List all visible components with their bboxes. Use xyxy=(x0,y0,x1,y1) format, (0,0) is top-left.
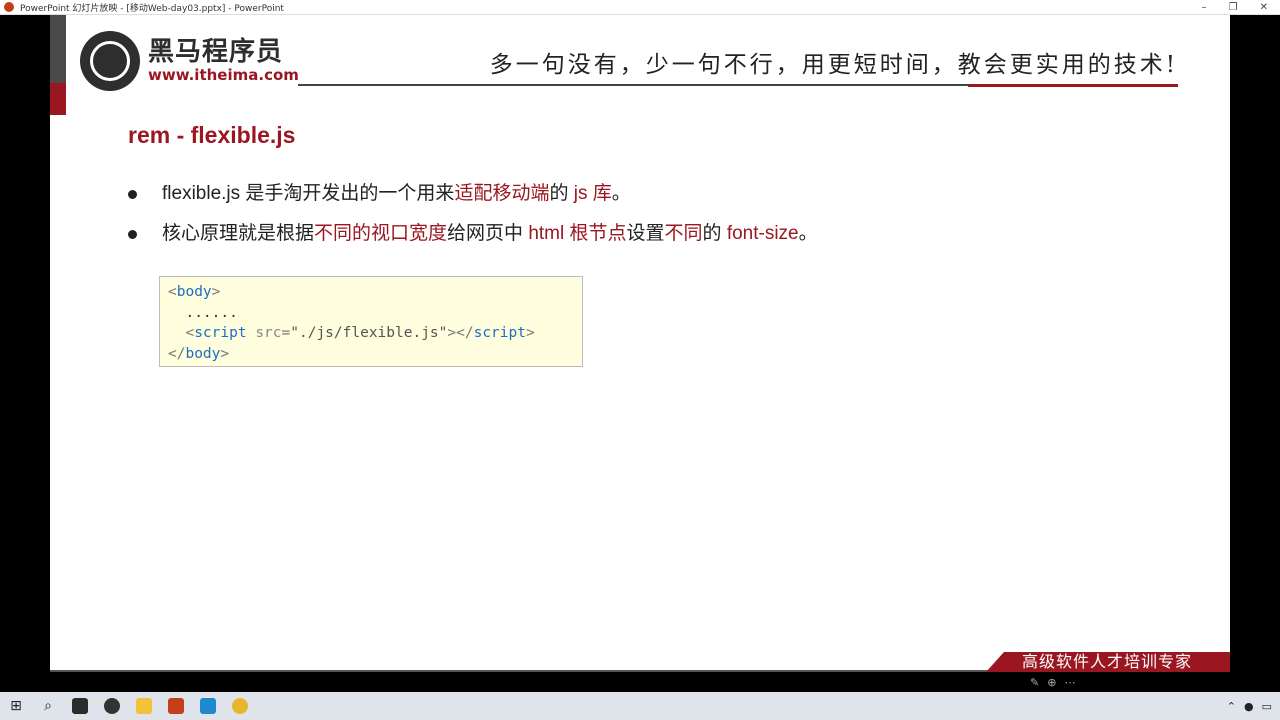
bullet-dot-icon xyxy=(128,190,137,199)
left-accent-bar xyxy=(50,15,66,83)
windows-taskbar: ⊞ ⌕ ⌃ ● ▭ xyxy=(0,692,1280,720)
bullet-text: 。 xyxy=(611,183,631,204)
highlight-text: js 库 xyxy=(573,183,612,204)
powerpoint-icon xyxy=(4,2,14,12)
window-controls: – ❐ ✕ xyxy=(1202,2,1280,13)
system-tray: ⌃ ● ▭ xyxy=(1227,700,1280,713)
taskbar-app-chrome-icon[interactable] xyxy=(224,692,256,720)
code-tag: body xyxy=(185,345,221,362)
highlight-text: 不同的视口宽度 xyxy=(314,223,448,244)
bullet-text: flexible.js 是手淘开发出的一个用来 xyxy=(162,183,455,204)
minimize-button[interactable]: – xyxy=(1202,2,1207,13)
code-block: <body> ...... <script src="./js/flexible… xyxy=(159,276,583,367)
taskbar-app-typora-icon[interactable] xyxy=(64,692,96,720)
code-tag: script xyxy=(473,325,526,341)
tray-app-icon[interactable]: ● xyxy=(1244,700,1254,713)
header-slogan: 多一句没有，少一句不行，用更短时间，教会更实用的技术! xyxy=(489,52,1178,78)
close-button[interactable]: ✕ xyxy=(1260,2,1268,13)
bullet-text: 设置 xyxy=(626,223,665,244)
bullet-text: 的 xyxy=(702,223,727,244)
taskbar-app-obs-icon[interactable] xyxy=(96,692,128,720)
bullet-text: 给网页中 xyxy=(447,223,529,244)
taskbar-app-vscode-icon[interactable] xyxy=(192,692,224,720)
window-titlebar: PowerPoint 幻灯片放映 - [移动Web-day03.pptx] - … xyxy=(0,0,1280,15)
bullet-item: flexible.js 是手淘开发出的一个用来适配移动端的 js 库。 xyxy=(128,181,818,221)
slide-title: rem - flexible.js xyxy=(128,122,296,148)
highlight-text: font-size xyxy=(726,223,799,244)
search-icon[interactable]: ⌕ xyxy=(32,692,64,720)
highlight-text: 不同 xyxy=(664,223,703,244)
footer-slogan: 高级软件人才培训专家 xyxy=(1022,652,1193,671)
window-title: PowerPoint 幻灯片放映 - [移动Web-day03.pptx] - … xyxy=(20,3,284,14)
code-tag: script xyxy=(194,325,247,341)
bullet-list: flexible.js 是手淘开发出的一个用来适配移动端的 js 库。 核心原理… xyxy=(128,181,818,261)
bullet-text: 的 xyxy=(549,183,574,204)
bullet-item: 核心原理就是根据不同的视口宽度给网页中 html 根节点设置不同的 font-s… xyxy=(128,221,818,261)
notification-icon[interactable]: ▭ xyxy=(1262,700,1272,713)
options-icon[interactable]: ⋯ xyxy=(1064,676,1075,689)
code-attr: src xyxy=(246,325,282,341)
code-tag: body xyxy=(176,284,212,300)
windows-start-icon[interactable]: ⊞ xyxy=(0,692,32,720)
bullet-dot-icon xyxy=(128,230,137,239)
tray-expand-icon[interactable]: ⌃ xyxy=(1227,700,1236,713)
taskbar-app-powerpoint-icon[interactable] xyxy=(160,692,192,720)
left-accent-bar-red xyxy=(50,83,66,115)
slideshow-toolbar: ✎ ⊕ ⋯ xyxy=(1030,672,1230,692)
horse-logo-icon xyxy=(80,31,140,91)
taskbar-app-explorer-icon[interactable] xyxy=(128,692,160,720)
header-divider-red xyxy=(968,84,1178,87)
itheima-logo: 黑马程序员 www.itheima.com xyxy=(80,31,299,91)
highlight-text: html 根节点 xyxy=(528,223,627,244)
code-string: "./js/flexible.js" xyxy=(290,325,448,341)
logo-url: www.itheima.com xyxy=(148,66,299,84)
highlight-text: 适配移动端 xyxy=(454,183,550,204)
maximize-button[interactable]: ❐ xyxy=(1229,2,1238,13)
logo-chinese-name: 黑马程序员 xyxy=(148,37,284,67)
bullet-text: 核心原理就是根据 xyxy=(162,223,315,244)
slide[interactable]: 黑马程序员 www.itheima.com 多一句没有，少一句不行，用更短时间，… xyxy=(50,15,1230,672)
bullet-text: 。 xyxy=(798,223,818,244)
code-ellipsis: ...... xyxy=(168,304,238,321)
pen-icon[interactable]: ✎ xyxy=(1030,676,1039,689)
zoom-icon[interactable]: ⊕ xyxy=(1047,676,1056,689)
